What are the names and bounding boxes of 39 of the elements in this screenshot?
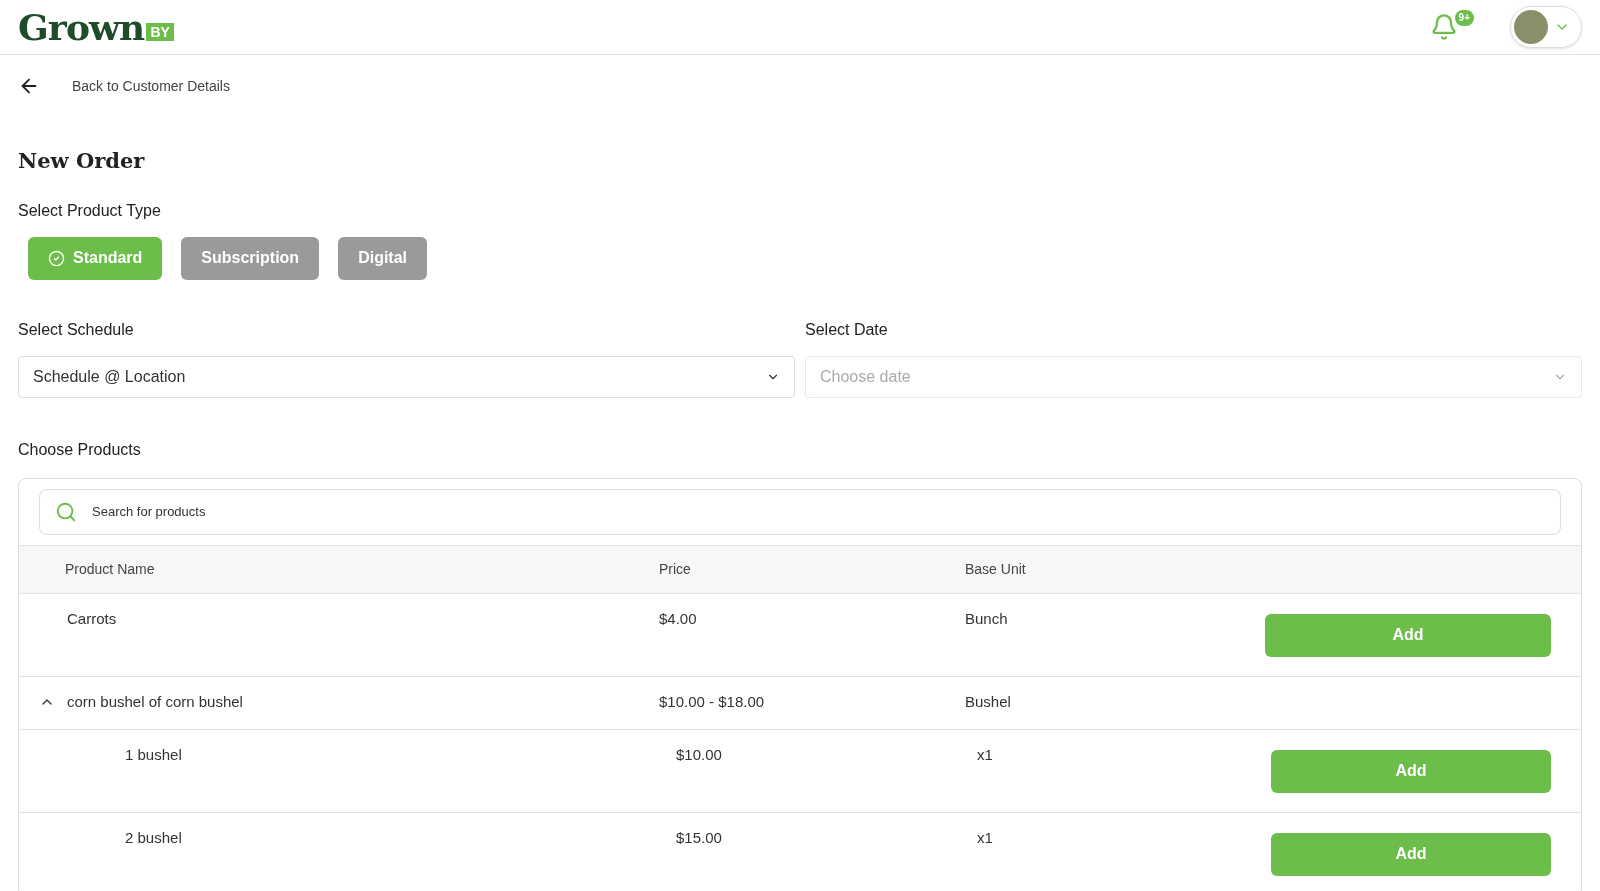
logo[interactable]: Grown BY: [18, 9, 174, 45]
field-label: Select Date: [805, 319, 889, 340]
select-placeholder: Choose date: [820, 366, 911, 387]
product-price: $4.00: [659, 609, 697, 627]
add-button[interactable]: Add: [1271, 749, 1551, 793]
bell-icon: [1430, 13, 1458, 41]
product-type-tab[interactable]: Standard: [28, 236, 163, 280]
product-name: corn bushel of corn bushel: [67, 691, 243, 712]
product-price: $15.00: [676, 828, 722, 846]
base-unit: x1: [977, 745, 993, 763]
notification-button[interactable]: 9+: [1430, 8, 1474, 46]
schedule-select[interactable]: Schedule @ Location: [18, 355, 795, 398]
avatar: [1514, 10, 1548, 44]
base-unit: Bushel: [965, 692, 1011, 710]
column-header: Base Unit: [965, 560, 1026, 577]
back-link[interactable]: Back to Customer Details: [72, 75, 230, 97]
add-button[interactable]: Add: [1271, 832, 1551, 876]
check-circle-icon: [48, 249, 65, 267]
product-name: 1 bushel: [125, 744, 182, 765]
date-select[interactable]: Choose date: [805, 355, 1582, 398]
base-unit: Bunch: [965, 609, 1008, 627]
product-type-tab[interactable]: Subscription: [181, 236, 320, 280]
add-button[interactable]: Add: [1265, 613, 1551, 657]
search-icon: [55, 500, 77, 523]
product-name: 2 bushel: [125, 827, 182, 848]
page-title: New Order: [18, 147, 146, 175]
notification-badge: 9+: [1454, 10, 1474, 26]
search-field[interactable]: Search for products: [39, 488, 1561, 535]
section-label: Choose Products: [18, 439, 142, 460]
column-header: Product Name: [65, 560, 155, 577]
product-price: $10.00: [676, 745, 722, 763]
section-label: Select Product Type: [18, 200, 162, 221]
select-value: Schedule @ Location: [33, 366, 186, 387]
column-header: Price: [659, 560, 691, 577]
product-type-tab[interactable]: Digital: [338, 236, 427, 280]
base-unit: x1: [977, 828, 993, 846]
product-price: $10.00 - $18.00: [659, 692, 765, 710]
product-name: Carrots: [67, 608, 117, 629]
field-label: Select Schedule: [18, 319, 135, 340]
